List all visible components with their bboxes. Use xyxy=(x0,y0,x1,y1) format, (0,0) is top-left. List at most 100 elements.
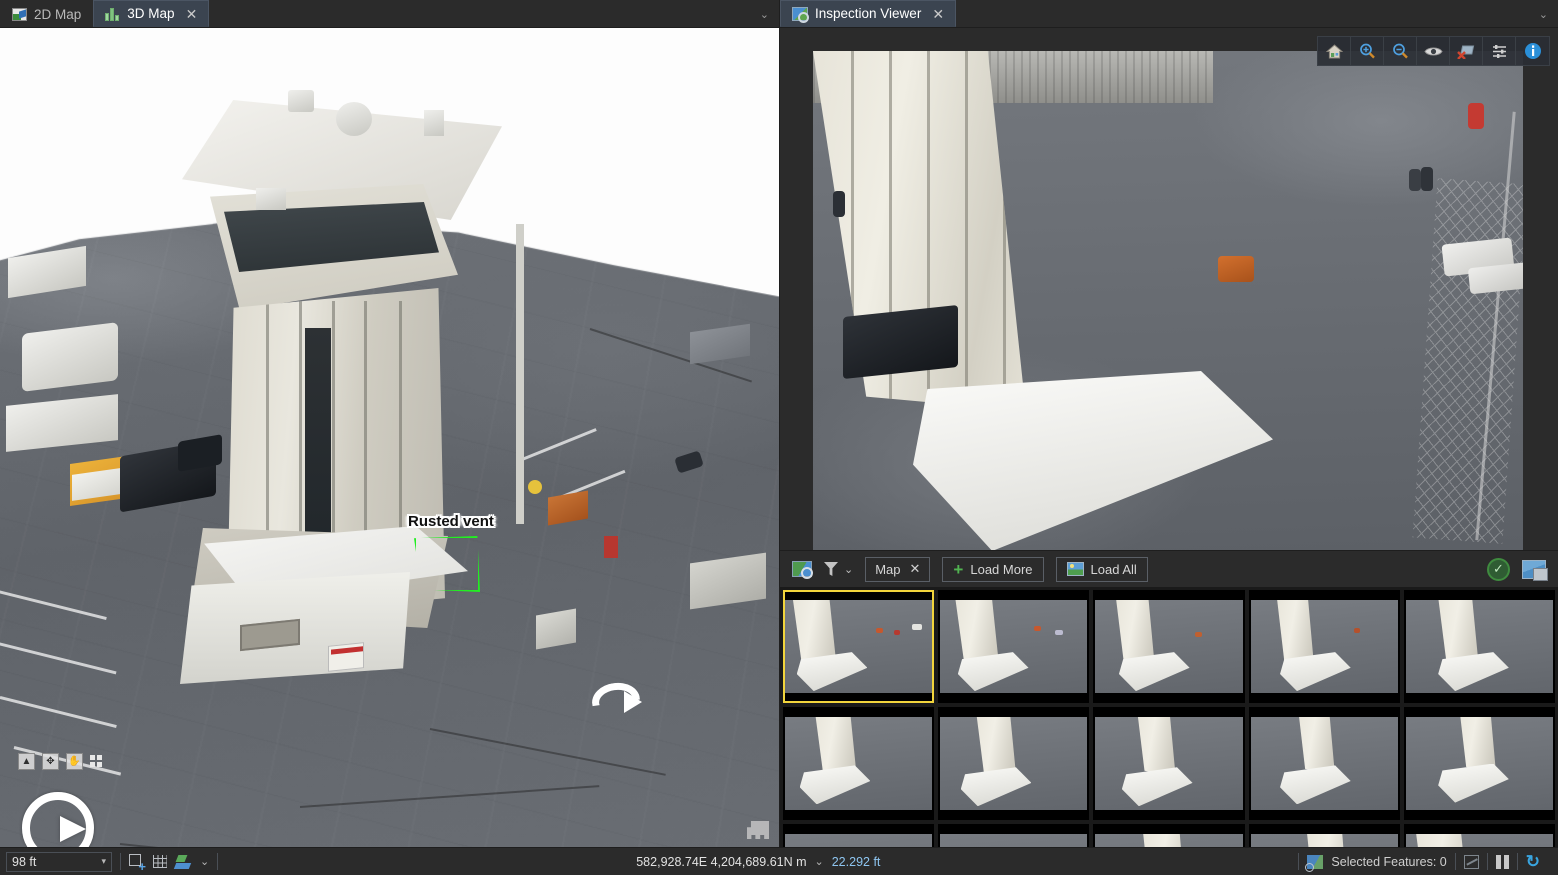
grid-dots-icon[interactable] xyxy=(90,754,104,769)
accept-check-button[interactable]: ✓ xyxy=(1487,557,1510,581)
thumbnail-item[interactable] xyxy=(938,824,1090,847)
thumbnail-item[interactable] xyxy=(938,707,1090,820)
compass-needle-icon xyxy=(60,816,86,842)
thumbnail-strip[interactable] xyxy=(780,587,1558,847)
elevation-readout: 22.292 ft xyxy=(831,854,881,869)
cut-tool-icon[interactable] xyxy=(1463,854,1479,869)
image-stack-icon xyxy=(1066,562,1084,576)
status-bar: 98 ft ▾ ⌄ 582,928.74E 4,204,689.61N m ⌄ … xyxy=(0,847,1558,875)
site-tank xyxy=(22,322,118,392)
chevron-down-icon[interactable]: ⌄ xyxy=(815,855,824,868)
load-all-label: Load All xyxy=(1090,561,1137,577)
ground-object xyxy=(604,536,618,558)
map-scale-value: 98 ft xyxy=(12,854,37,869)
inspection-image-stage[interactable]: Rusted vent ▲ xyxy=(780,28,1558,550)
application-window: 2D Map 3D Map ✕ ⌄ Rusted vent ▲ ✥ ✋ Insp… xyxy=(0,0,1558,875)
inspection-viewer-icon xyxy=(792,6,809,23)
thumbnail-item[interactable] xyxy=(1403,590,1555,703)
chevron-down-icon: ▾ xyxy=(101,856,106,866)
select-features-icon[interactable] xyxy=(1305,854,1324,872)
rotate-hint-arrow xyxy=(592,683,642,719)
inspection-filter-icon[interactable] xyxy=(792,561,813,579)
tab-3d-map-label: 3D Map xyxy=(127,6,175,21)
divider xyxy=(120,853,121,870)
tab-2d-map[interactable]: 2D Map xyxy=(0,0,93,27)
thumbnail-item[interactable] xyxy=(1248,590,1400,703)
add-grid-icon[interactable] xyxy=(129,854,146,873)
zoom-in-icon[interactable] xyxy=(1351,37,1384,65)
chevron-down-icon: ⌄ xyxy=(844,563,854,576)
chevron-down-icon[interactable]: ⌄ xyxy=(200,855,209,868)
pan-icon[interactable]: ✥ xyxy=(42,753,59,770)
chevron-up-icon[interactable]: ▲ xyxy=(18,753,35,770)
filter-icon xyxy=(824,562,838,576)
inspection-viewer-toolbar xyxy=(1317,36,1550,66)
plus-icon: + xyxy=(953,559,964,579)
thumbnail-item[interactable] xyxy=(1403,707,1555,820)
thumbnail-item[interactable] xyxy=(1093,824,1245,847)
load-all-button[interactable]: Load All xyxy=(1055,556,1148,582)
map-3d-icon xyxy=(105,7,120,21)
tab-inspection-viewer[interactable]: Inspection Viewer ✕ xyxy=(780,0,957,27)
eye-icon[interactable] xyxy=(1417,37,1450,65)
thumbnail-item[interactable] xyxy=(1248,824,1400,847)
pause-icon[interactable] xyxy=(1495,854,1509,869)
inspection-photo xyxy=(813,51,1523,550)
thumbnail-item[interactable] xyxy=(1093,707,1245,820)
thumbnail-item[interactable] xyxy=(938,590,1090,703)
ground-object xyxy=(536,608,576,650)
map-scale-select[interactable]: 98 ft ▾ xyxy=(6,851,112,872)
map-3d-nav-buttons: ▲ ✥ ✋ xyxy=(18,753,104,770)
load-more-button[interactable]: + Load More xyxy=(942,556,1044,582)
grid-icon[interactable] xyxy=(153,855,167,868)
remove-layer-icon[interactable] xyxy=(1450,37,1483,65)
thumbnail-item[interactable] xyxy=(1248,707,1400,820)
ground-marker xyxy=(528,480,542,494)
tab-3d-map[interactable]: 3D Map ✕ xyxy=(93,0,210,27)
photo-person xyxy=(1409,169,1421,191)
thumbnail-item[interactable] xyxy=(783,590,935,703)
tab-inspection-viewer-close-icon[interactable]: ✕ xyxy=(932,7,944,21)
thumbnail-item[interactable] xyxy=(783,707,935,820)
walk-icon[interactable]: ✋ xyxy=(66,753,83,770)
inspection-viewer-panel: Inspection Viewer ✕ ⌄ ⌄ Map ✕ + Load Mor… xyxy=(779,0,1558,847)
photo-person xyxy=(833,191,845,217)
source-chip-map[interactable]: Map ✕ xyxy=(865,556,931,582)
load-more-label: Load More xyxy=(970,561,1033,577)
photo-overlay-toggle-icon[interactable] xyxy=(1522,559,1548,581)
coordinate-readout: 582,928.74E 4,204,689.61N m xyxy=(636,854,807,869)
thumbnail-item[interactable] xyxy=(1403,824,1555,847)
source-chip-close-icon[interactable]: ✕ xyxy=(910,561,921,577)
map-tab-bar: 2D Map 3D Map ✕ ⌄ xyxy=(0,0,779,28)
photo-object-red xyxy=(1468,103,1484,129)
selected-features-label: Selected Features: 0 xyxy=(1331,854,1447,869)
map-3d-viewport[interactable]: Rusted vent ▲ ✥ ✋ xyxy=(0,28,779,847)
map-2d-icon xyxy=(12,7,27,21)
divider xyxy=(1516,853,1518,870)
home-icon[interactable] xyxy=(1318,37,1351,65)
sliders-icon[interactable] xyxy=(1483,37,1516,65)
divider xyxy=(217,853,219,870)
divider xyxy=(1454,853,1456,870)
map-tab-overflow-chevron-icon[interactable]: ⌄ xyxy=(760,8,769,21)
add-layer-icon[interactable] xyxy=(175,855,192,869)
divider xyxy=(1486,853,1488,870)
photo-vehicle-suv xyxy=(843,304,958,380)
info-icon[interactable] xyxy=(1516,37,1549,65)
compass-navigator[interactable] xyxy=(22,792,94,847)
photo-object-orange xyxy=(1218,256,1254,282)
inspection-tab-overflow-chevron-icon[interactable]: ⌄ xyxy=(1539,8,1548,21)
filter-control[interactable]: ⌄ xyxy=(824,562,853,576)
rooftop-equipment xyxy=(424,110,444,136)
thumbnail-item[interactable] xyxy=(1093,590,1245,703)
zoom-out-icon[interactable] xyxy=(1384,37,1417,65)
thumbnail-item[interactable] xyxy=(783,824,935,847)
tab-inspection-viewer-label: Inspection Viewer xyxy=(815,6,922,21)
tab-3d-map-close-icon[interactable]: ✕ xyxy=(186,7,198,21)
rooftop-dome xyxy=(336,102,372,136)
inspection-command-bar: ⌄ Map ✕ + Load More Load All ✓ xyxy=(780,550,1558,587)
light-pole xyxy=(516,224,524,524)
refresh-icon[interactable]: ↻ xyxy=(1526,853,1540,870)
rooftop-equipment xyxy=(288,90,314,112)
photo-vehicle-white xyxy=(1467,261,1523,295)
